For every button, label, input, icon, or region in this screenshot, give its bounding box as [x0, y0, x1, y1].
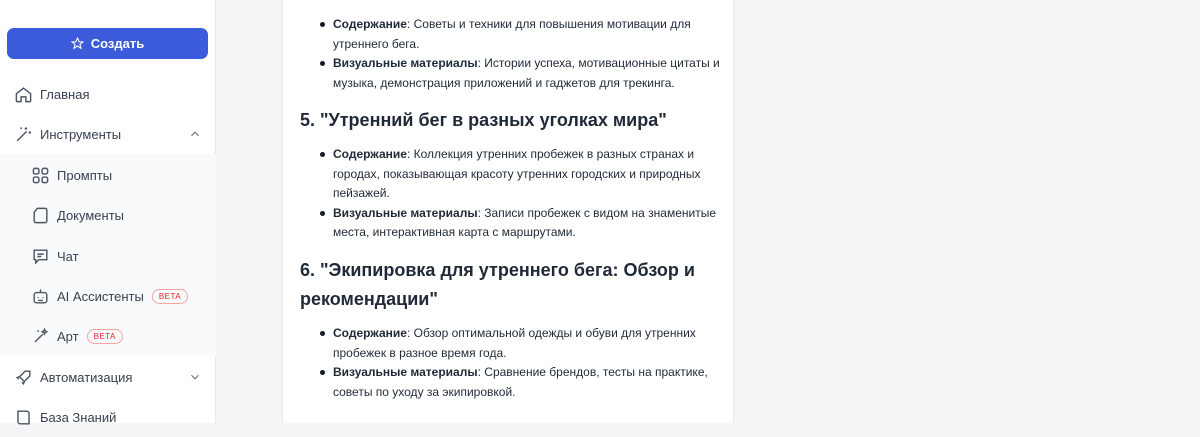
rocket-icon: [13, 367, 33, 387]
list-item: Визуальные материалы: Записи пробежек с …: [320, 204, 720, 243]
sidebar-item-label: Арт: [57, 328, 79, 344]
sidebar-item-chat[interactable]: Чат: [0, 236, 216, 276]
sidebar-item-home[interactable]: Главная: [0, 74, 216, 114]
list-item: Визуальные материалы: Истории успеха, мо…: [320, 54, 720, 93]
sidebar: Создать Главная Инструменты Промпты Доку…: [0, 0, 216, 425]
list-item-term: Содержание: [333, 147, 407, 161]
sidebar-item-label: AI Ассистенты: [57, 288, 144, 304]
sidebar-item-label: Промпты: [57, 167, 113, 183]
document-icon: [30, 205, 50, 225]
list-item-term: Визуальные материалы: [333, 365, 478, 379]
sidebar-item-label: Инструменты: [40, 126, 122, 142]
section-6-list: Содержание: Обзор оптимальной одежды и о…: [300, 324, 720, 402]
sidebar-item-label: Чат: [57, 248, 79, 264]
section-5-list: Содержание: Коллекция утренних пробежек …: [300, 145, 720, 243]
document-content: Содержание: Советы и техники для повышен…: [282, 0, 734, 423]
sidebar-item-label: База Знаний: [40, 409, 117, 425]
wand-sparkle-icon: [30, 326, 50, 346]
section-4-list-wrap: Содержание: Советы и техники для повышен…: [300, 15, 720, 93]
section-heading: 6. "Экипировка для утреннего бега: Обзор…: [300, 260, 695, 309]
list-item-term: Содержание: [333, 326, 407, 340]
sidebar-item-documents[interactable]: Документы: [0, 195, 216, 235]
beta-badge: BETA: [86, 328, 123, 344]
sidebar-item-label: Главная: [40, 86, 90, 102]
create-button-label: Создать: [90, 36, 145, 51]
list-item: Визуальные материалы: Сравнение брендов,…: [320, 363, 720, 402]
section-6: 6. "Экипировка для утреннего бега: Обзор…: [300, 256, 720, 402]
sidebar-item-label: Документы: [57, 207, 125, 223]
create-button[interactable]: Создать: [7, 28, 208, 59]
beta-badge: BETA: [151, 288, 189, 304]
sidebar-item-knowledge-base[interactable]: База Знаний: [0, 397, 216, 437]
list-item-term: Визуальные материалы: [333, 56, 478, 70]
list-item: Содержание: Обзор оптимальной одежды и о…: [320, 324, 720, 363]
robot-icon: [30, 286, 50, 306]
section-4-list: Содержание: Советы и техники для повышен…: [300, 15, 720, 93]
sidebar-item-tools[interactable]: Инструменты: [0, 114, 216, 154]
section-heading: 5. "Утренний бег в разных уголках мира": [300, 110, 667, 130]
grid-icon: [30, 165, 50, 185]
sidebar-item-art[interactable]: Арт BETA: [0, 316, 216, 356]
sidebar-item-ai-assistants[interactable]: AI Ассистенты BETA: [0, 276, 216, 316]
star-icon: [70, 37, 84, 50]
list-item: Содержание: Коллекция утренних пробежек …: [320, 145, 720, 204]
list-item-term: Визуальные материалы: [333, 205, 478, 220]
sidebar-item-label: Автоматизация: [40, 369, 133, 385]
book-icon: [13, 407, 33, 427]
home-icon: [13, 84, 33, 104]
section-5: 5. "Утренний бег в разных уголках мира" …: [300, 106, 720, 243]
list-item: Содержание: Советы и техники для повышен…: [320, 15, 720, 54]
list-item-term: Содержание: [333, 17, 407, 31]
sidebar-item-prompts[interactable]: Промпты: [0, 155, 216, 195]
magic-wand-icon: [13, 124, 33, 144]
chat-icon: [30, 246, 50, 266]
sidebar-item-automation[interactable]: Автоматизация: [0, 357, 216, 397]
chevron-up-icon[interactable]: [188, 127, 202, 141]
chevron-down-icon[interactable]: [188, 370, 202, 384]
